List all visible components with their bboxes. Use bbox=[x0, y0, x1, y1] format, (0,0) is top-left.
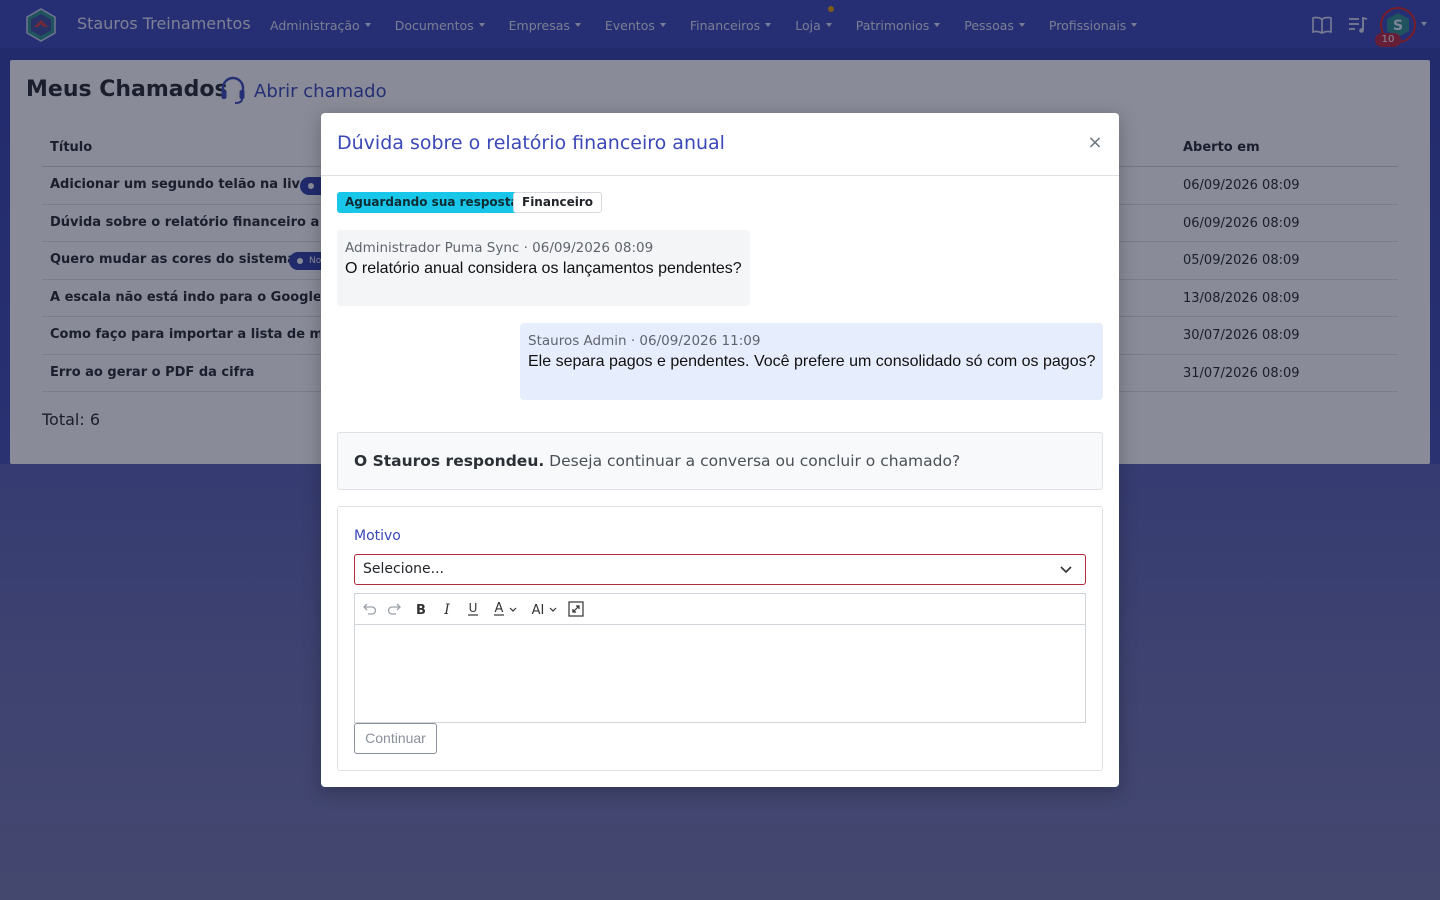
svg-text:I: I bbox=[443, 602, 450, 618]
reply-notice: O Stauros respondeu. Deseja continuar a … bbox=[337, 432, 1103, 490]
notice-strong: O Stauros respondeu. bbox=[354, 452, 545, 470]
message-text: O relatório anual considera os lançament… bbox=[345, 260, 742, 277]
font-color-icon[interactable]: A bbox=[491, 599, 519, 619]
bold-icon[interactable]: B bbox=[413, 599, 429, 619]
message-meta: Administrador Puma Sync · 06/09/2026 08:… bbox=[345, 240, 654, 256]
reason-label: Motivo bbox=[354, 528, 401, 544]
undo-icon[interactable] bbox=[361, 599, 377, 619]
svg-text:B: B bbox=[416, 603, 426, 618]
chevron-down-icon bbox=[1060, 566, 1072, 574]
continue-button[interactable]: Continuar bbox=[354, 723, 437, 754]
italic-icon[interactable]: I bbox=[439, 599, 455, 619]
status-badge: Aguardando sua resposta bbox=[337, 192, 527, 213]
message-sent: Stauros Admin · 06/09/2026 11:09 Ele sep… bbox=[520, 323, 1103, 400]
message-meta: Stauros Admin · 06/09/2026 11:09 bbox=[528, 333, 761, 349]
close-icon[interactable]: × bbox=[1087, 134, 1103, 152]
notice-text: Deseja continuar a conversa ou concluir … bbox=[544, 452, 961, 470]
reply-form: Motivo Selecione... B I U A AI Continuar bbox=[337, 506, 1103, 771]
message-received: Administrador Puma Sync · 06/09/2026 08:… bbox=[337, 230, 750, 306]
editor-toolbar: B I U A AI bbox=[354, 593, 1086, 624]
svg-text:U: U bbox=[469, 601, 478, 615]
modal-header: Dúvida sobre o relatório financeiro anua… bbox=[321, 113, 1119, 176]
underline-icon[interactable]: U bbox=[465, 599, 481, 619]
svg-text:A: A bbox=[495, 601, 504, 616]
redo-icon[interactable] bbox=[387, 599, 403, 619]
category-badge: Financeiro bbox=[513, 192, 603, 213]
ticket-modal: Dúvida sobre o relatório financeiro anua… bbox=[321, 113, 1119, 787]
modal-title: Dúvida sobre o relatório financeiro anua… bbox=[337, 132, 725, 154]
reason-select-value: Selecione... bbox=[363, 561, 444, 577]
fullscreen-icon[interactable] bbox=[567, 599, 585, 619]
svg-text:AI: AI bbox=[532, 603, 545, 618]
message-editor[interactable] bbox=[354, 624, 1086, 723]
font-size-icon[interactable]: AI bbox=[529, 599, 559, 619]
message-text: Ele separa pagos e pendentes. Você prefe… bbox=[528, 353, 1096, 370]
reason-select[interactable]: Selecione... bbox=[354, 554, 1086, 585]
